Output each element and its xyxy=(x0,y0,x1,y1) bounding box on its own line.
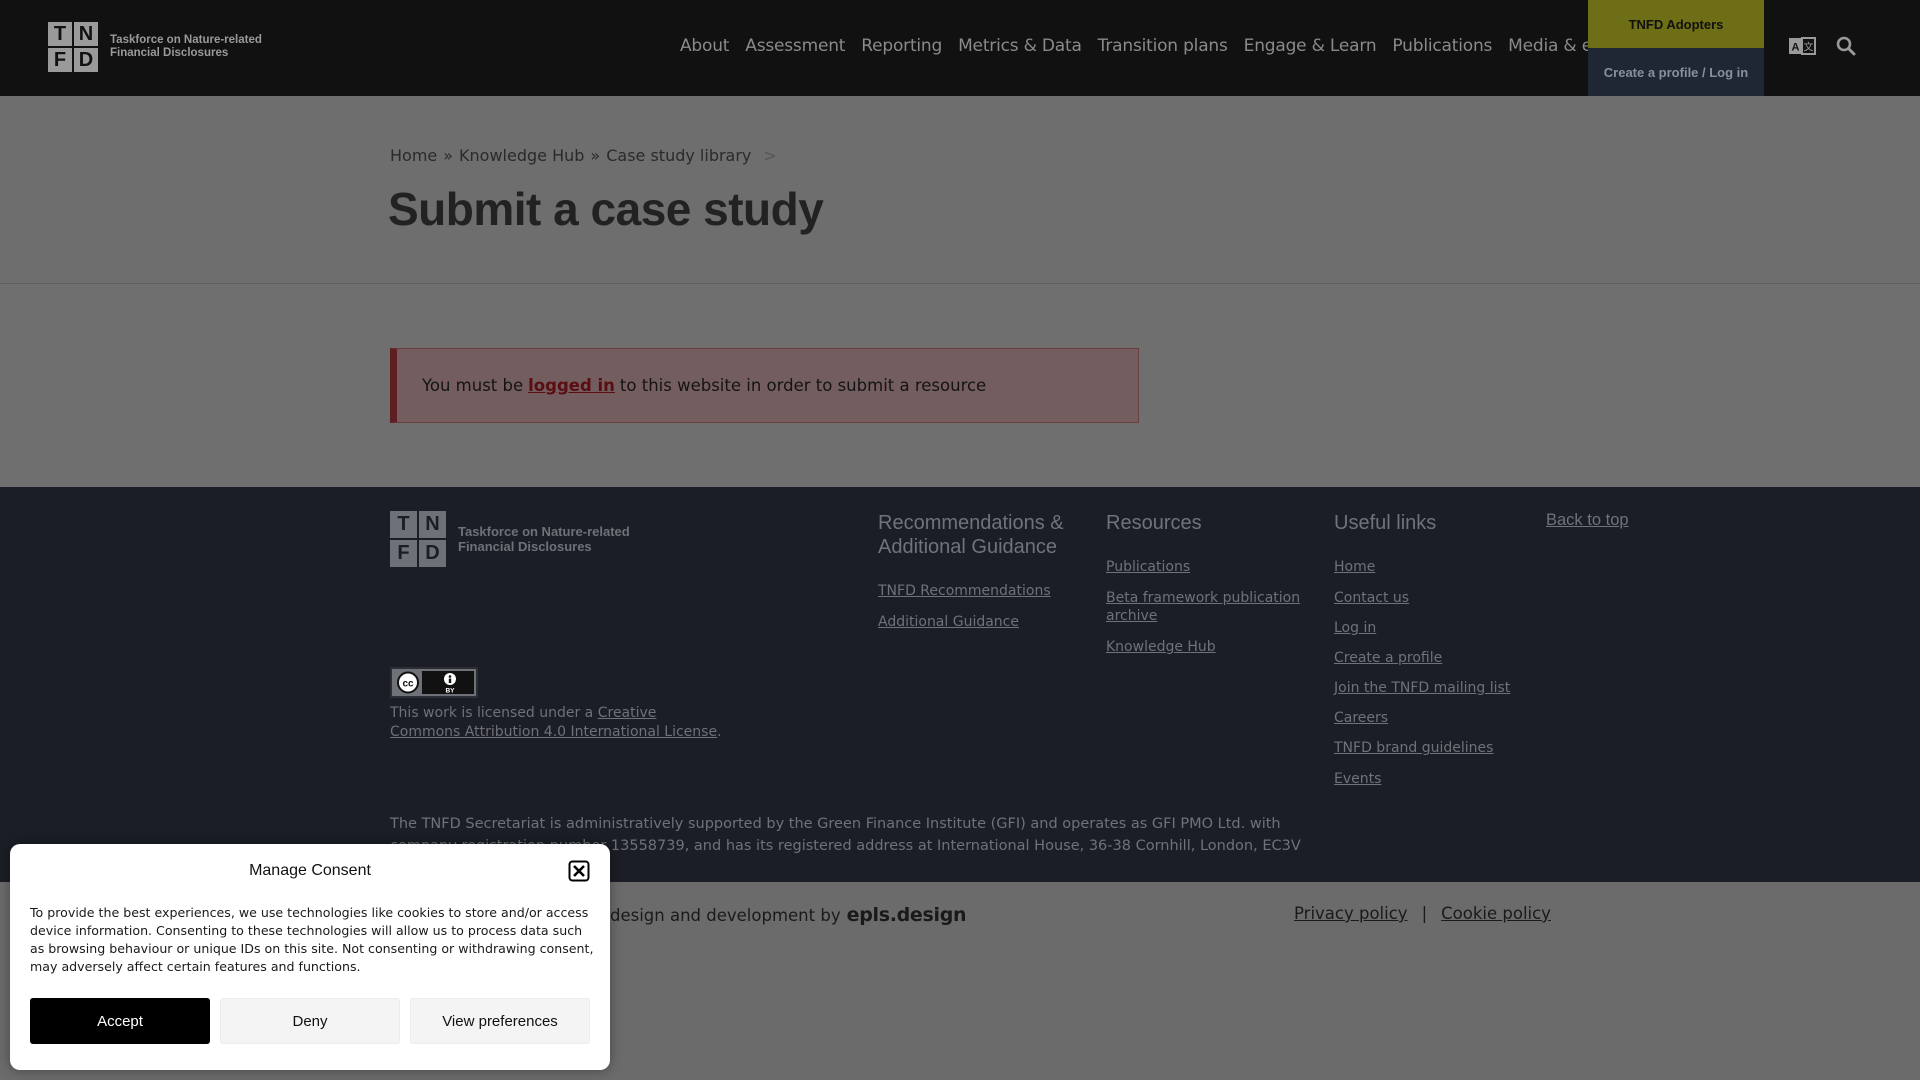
back-to-top-link[interactable]: Back to top xyxy=(1546,511,1629,530)
footer-logo-wordmark: Taskforce on Nature-related Financial Di… xyxy=(458,524,630,554)
footer-link-knowledge-hub[interactable]: Knowledge Hub xyxy=(1106,638,1216,656)
deny-button[interactable]: Deny xyxy=(220,998,400,1044)
svg-text:A: A xyxy=(1792,42,1800,54)
license-notice: This work is licensed under a Creative C… xyxy=(390,704,730,742)
footer-link-log-in[interactable]: Log in xyxy=(1334,619,1376,637)
logged-in-link[interactable]: logged in xyxy=(528,376,615,395)
translate-icon[interactable]: A 文 xyxy=(1788,36,1816,56)
nav-assessment[interactable]: Assessment xyxy=(745,36,845,56)
site-header: T N F D Taskforce on Nature-related Fina… xyxy=(0,0,1920,96)
svg-text:cc: cc xyxy=(402,679,414,690)
footer-link-events[interactable]: Events xyxy=(1334,770,1381,788)
logo-letter: N xyxy=(74,22,98,46)
breadcrumb: Home » Knowledge Hub » Case study librar… xyxy=(390,146,777,165)
nav-about[interactable]: About xyxy=(680,36,729,56)
nav-metrics-data[interactable]: Metrics & Data xyxy=(958,36,1082,56)
cc-by-icon: cc BY xyxy=(397,671,474,695)
logo-letter: F xyxy=(390,540,417,567)
footer-link-publications[interactable]: Publications xyxy=(1106,558,1190,576)
page-hero: Home » Knowledge Hub » Case study librar… xyxy=(0,96,1920,284)
footer-link-beta-archive[interactable]: Beta framework publication archive xyxy=(1106,589,1306,625)
tnfd-adopters-button[interactable]: TNFD Adopters xyxy=(1588,0,1764,48)
logo-letter: T xyxy=(390,511,417,538)
footer-link-mailing-list[interactable]: Join the TNFD mailing list xyxy=(1334,679,1510,697)
breadcrumb-separator: » xyxy=(590,146,601,165)
footer-useful-links-heading: Useful links xyxy=(1334,512,1437,534)
breadcrumb-separator: » xyxy=(443,146,454,165)
alert-text-before: You must be xyxy=(422,376,524,395)
consent-title: Manage Consent xyxy=(249,862,371,879)
svg-text:文: 文 xyxy=(1804,41,1814,54)
site-footer: T N F D Taskforce on Nature-related Fina… xyxy=(0,487,1920,882)
policy-links: Privacy policy | Cookie policy xyxy=(1294,904,1551,923)
logo-letter: N xyxy=(419,511,446,538)
policy-divider: | xyxy=(1421,904,1428,923)
breadcrumb-case-study-library[interactable]: Case study library xyxy=(606,146,751,165)
footer-resources-heading: Resources xyxy=(1106,512,1202,534)
footer-link-brand-guidelines[interactable]: TNFD brand guidelines xyxy=(1334,739,1493,757)
cookie-consent-dialog: Manage Consent To provide the best exper… xyxy=(10,844,610,1070)
accept-button[interactable]: Accept xyxy=(30,998,210,1044)
cc-badge-text: BY xyxy=(445,688,455,695)
epls-design-logo[interactable]: epls.design xyxy=(847,904,967,926)
main-content: You must be logged in to this website in… xyxy=(0,284,1920,487)
privacy-policy-link[interactable]: Privacy policy xyxy=(1294,904,1408,923)
logo-letter: T xyxy=(48,22,72,46)
footer-logo-mark: T N F D xyxy=(390,511,446,567)
breadcrumb-knowledge-hub[interactable]: Knowledge Hub xyxy=(459,146,584,165)
footer-link-home[interactable]: Home xyxy=(1334,558,1375,576)
logo-mark: T N F D xyxy=(48,22,98,72)
alert-text-after: to this website in order to submit a res… xyxy=(619,376,987,395)
login-required-alert: You must be logged in to this website in… xyxy=(390,348,1139,423)
logo-letter: F xyxy=(48,48,72,72)
logo-letter: D xyxy=(419,540,446,567)
credit-text: design and development by xyxy=(610,906,841,925)
nav-engage-learn[interactable]: Engage & Learn xyxy=(1244,36,1377,56)
nav-reporting[interactable]: Reporting xyxy=(861,36,942,56)
search-icon[interactable] xyxy=(1836,36,1856,56)
design-credit: design and development by epls.design xyxy=(610,904,967,926)
view-preferences-button[interactable]: View preferences xyxy=(410,998,590,1044)
footer-logo[interactable]: T N F D Taskforce on Nature-related Fina… xyxy=(390,511,658,567)
tnfd-logo[interactable]: T N F D Taskforce on Nature-related Fina… xyxy=(48,22,280,72)
logo-wordmark: Taskforce on Nature-related Financial Di… xyxy=(110,34,262,59)
license-period: . xyxy=(717,724,722,740)
breadcrumb-caret-icon: > xyxy=(763,146,777,165)
logo-letter: D xyxy=(74,48,98,72)
footer-link-create-profile[interactable]: Create a profile xyxy=(1334,649,1442,667)
creative-commons-badge[interactable]: cc BY xyxy=(390,667,478,698)
nav-transition-plans[interactable]: Transition plans xyxy=(1098,36,1228,56)
footer-link-careers[interactable]: Careers xyxy=(1334,709,1388,727)
create-profile-login-button[interactable]: Create a profile / Log in xyxy=(1588,48,1764,96)
consent-description: To provide the best experiences, we use … xyxy=(30,905,594,974)
nav-publications[interactable]: Publications xyxy=(1392,36,1492,56)
footer-link-additional-guidance[interactable]: Additional Guidance xyxy=(878,613,1019,631)
footer-recommendations-heading: Recommendations & Additional Guidance xyxy=(878,512,1064,558)
license-text: This work is licensed under a xyxy=(390,705,594,721)
close-icon[interactable] xyxy=(568,860,590,882)
cookie-policy-link[interactable]: Cookie policy xyxy=(1441,904,1551,923)
footer-link-tnfd-recommendations[interactable]: TNFD Recommendations xyxy=(878,582,1051,600)
page-title: Submit a case study xyxy=(388,183,824,235)
main-nav: About Assessment Reporting Metrics & Dat… xyxy=(680,36,1638,56)
breadcrumb-home[interactable]: Home xyxy=(390,146,437,165)
footer-link-contact-us[interactable]: Contact us xyxy=(1334,589,1409,607)
